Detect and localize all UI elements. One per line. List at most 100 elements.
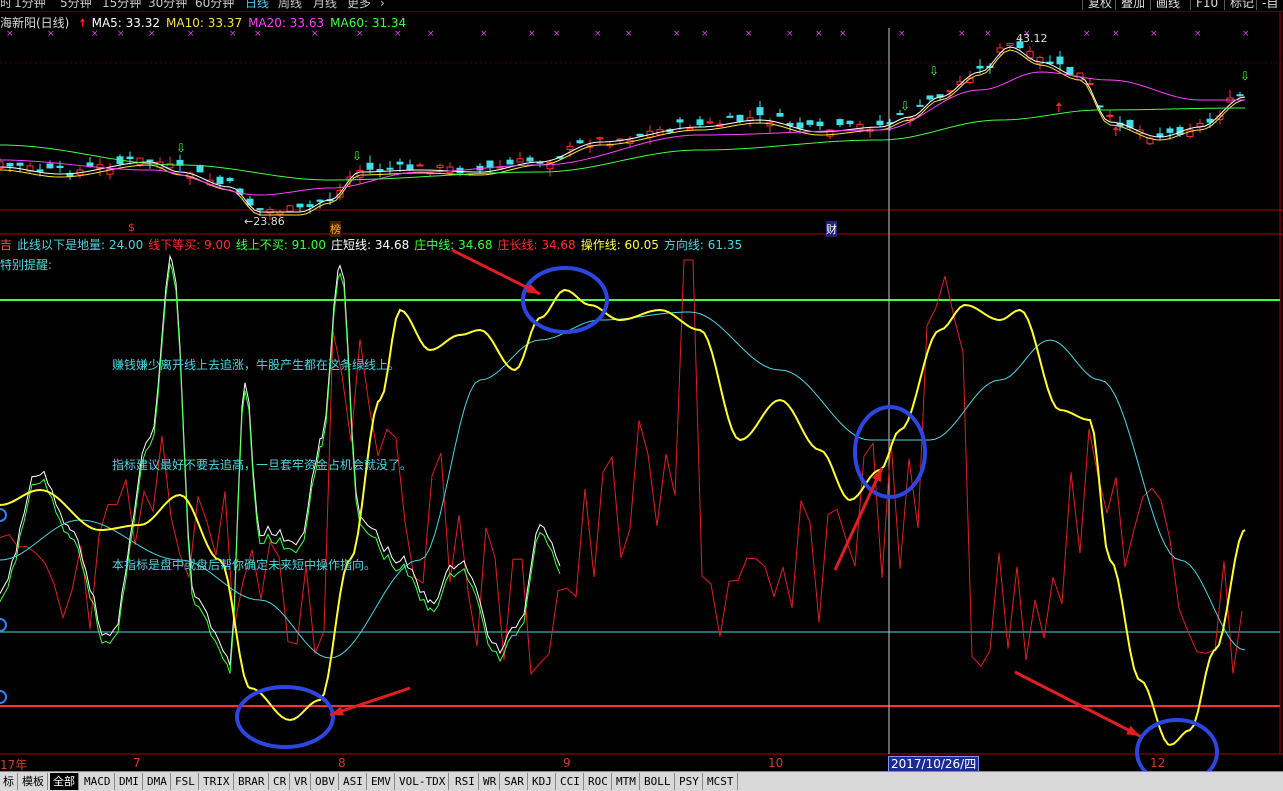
chart-canvas: × × × × × × × × × × × × × × × × × × × × × × × × × × × × × × × ×⇩⇩⇩⇩ ⇩🠅🠅 bbox=[0, 10, 1283, 786]
candle-body bbox=[796, 122, 804, 129]
x-label-jul: 7 bbox=[133, 756, 141, 770]
tab-roc[interactable]: ROC bbox=[585, 773, 612, 790]
candle-body bbox=[846, 120, 854, 125]
indicator-legend-5: 庄中线: 34.68 bbox=[414, 238, 493, 252]
tab-brar[interactable]: BRAR bbox=[235, 773, 269, 790]
candle-body bbox=[636, 133, 644, 137]
period-toolbar: 时 1分钟 5分钟 15分钟 30分钟 60分钟 日线 周线 月线 更多 › 复权 叠加 画线 F10 标记 -… bbox=[0, 0, 1283, 11]
event-tag-dollar[interactable]: $ bbox=[128, 221, 135, 234]
left-marker-1 bbox=[0, 618, 7, 632]
signal-marker: × bbox=[625, 29, 633, 39]
candle-body bbox=[296, 203, 304, 208]
tab-全部[interactable]: 全部 bbox=[50, 773, 79, 790]
signal-marker: × bbox=[815, 29, 823, 39]
tab-dma[interactable]: DMA bbox=[144, 773, 171, 790]
candle-body bbox=[506, 159, 514, 165]
period-8[interactable]: 月线 bbox=[313, 0, 337, 10]
buy-arrow-icon: 🠅 bbox=[1055, 100, 1063, 116]
tab-wr[interactable]: WR bbox=[480, 773, 501, 790]
candle-body bbox=[916, 104, 924, 107]
signal-marker: × bbox=[1150, 29, 1158, 39]
tab-sar[interactable]: SAR bbox=[501, 773, 528, 790]
tab-asi[interactable]: ASI bbox=[340, 773, 367, 790]
x-label-sep: 9 bbox=[563, 756, 571, 770]
tab-cci[interactable]: CCI bbox=[557, 773, 584, 790]
candle-body bbox=[1006, 42, 1014, 46]
special-reminder: 特别提醒: bbox=[0, 258, 53, 272]
price-high-label: 43.12 bbox=[1016, 32, 1048, 45]
period-3[interactable]: 15分钟 bbox=[102, 0, 141, 10]
period-1[interactable]: 1分钟 bbox=[14, 0, 46, 10]
price-panel[interactable]: × × × × × × × × × × × × × × × × × × × × × × × × × × × × × × × ×⇩⇩⇩⇩ ⇩🠅🠅 bbox=[0, 10, 1283, 754]
tab-macd[interactable]: MACD bbox=[81, 773, 115, 790]
candle-body bbox=[6, 163, 14, 167]
candle-body bbox=[396, 161, 404, 165]
candle-body bbox=[756, 107, 764, 116]
signal-marker: × bbox=[1083, 29, 1091, 39]
indicator-legend-6: 庄长线: 34.68 bbox=[497, 238, 576, 252]
annotations bbox=[235, 248, 1219, 786]
signal-marker: × bbox=[480, 29, 488, 39]
period-9[interactable]: 更多 bbox=[347, 0, 371, 10]
candle-body bbox=[576, 140, 584, 144]
candle-body bbox=[596, 137, 604, 140]
tab-trix[interactable]: TRIX bbox=[200, 773, 234, 790]
signal-marker: × bbox=[839, 29, 847, 39]
candle-body bbox=[386, 167, 394, 170]
signal-marker: × bbox=[786, 29, 794, 39]
stock-name: 海新阳(日线) bbox=[0, 16, 70, 30]
tab-boll[interactable]: BOLL bbox=[641, 773, 675, 790]
tab-cr[interactable]: CR bbox=[270, 773, 291, 790]
tab-kdj[interactable]: KDJ bbox=[529, 773, 556, 790]
tab-emv[interactable]: EMV bbox=[368, 773, 395, 790]
candle-body bbox=[516, 158, 524, 163]
candle-body bbox=[676, 119, 684, 123]
tab-vr[interactable]: VR bbox=[291, 773, 312, 790]
toolbar-button-4[interactable]: 标记 bbox=[1224, 0, 1259, 10]
toolbar-button-1[interactable]: 叠加 bbox=[1115, 0, 1150, 10]
period-7[interactable]: 周线 bbox=[278, 0, 302, 10]
candle-body bbox=[706, 121, 714, 124]
signal-marker: × bbox=[958, 29, 966, 39]
tab-标[interactable]: 标 bbox=[0, 773, 18, 790]
tab-fsl[interactable]: FSL bbox=[172, 773, 199, 790]
ma-value-3: MA60: 31.34 bbox=[330, 16, 407, 30]
tab-vol-tdx[interactable]: VOL-TDX bbox=[396, 773, 450, 790]
period-0[interactable]: 时 bbox=[0, 0, 12, 10]
indicator-note-3: 本指标是盘中或盘后帮你确定未来短中操作指向。 bbox=[112, 558, 377, 572]
toolbar-button-0[interactable]: 复权 bbox=[1082, 0, 1117, 10]
event-tag-finance[interactable]: 财 bbox=[826, 221, 837, 237]
indicator-legend-1: 此线以下是地量: 24.00 bbox=[17, 238, 144, 252]
tab-obv[interactable]: OBV bbox=[312, 773, 339, 790]
candle-body bbox=[896, 113, 904, 116]
event-tag-list[interactable]: 榜 bbox=[330, 221, 341, 237]
tab-psy[interactable]: PSY bbox=[676, 773, 703, 790]
candle-body bbox=[806, 120, 814, 125]
toolbar-button-3[interactable]: F10 bbox=[1190, 0, 1223, 10]
tab-模板[interactable]: 模板 bbox=[19, 773, 48, 790]
buy-arrow-icon: 🠅 bbox=[1112, 124, 1120, 140]
indicator-note-2: 指标建议最好不要去追高，一旦套牢资金占机会就没了。 bbox=[112, 458, 413, 472]
indicator-legend-3: 线上不买: 91.00 bbox=[235, 238, 327, 252]
toolbar-button-2[interactable]: 画线 bbox=[1150, 0, 1185, 10]
signal-marker: × bbox=[984, 29, 992, 39]
toolbar-button-5[interactable]: -自 bbox=[1256, 0, 1283, 10]
candle-body bbox=[1166, 128, 1174, 133]
indicator-legend-4: 庄短线: 34.68 bbox=[331, 238, 410, 252]
candle-body bbox=[46, 163, 54, 169]
candle-body bbox=[1056, 56, 1064, 65]
candle-body bbox=[256, 208, 264, 211]
period-5[interactable]: 60分钟 bbox=[195, 0, 234, 10]
tab-mtm[interactable]: MTM bbox=[613, 773, 640, 790]
tab-dmi[interactable]: DMI bbox=[116, 773, 143, 790]
annotation-arrow-4-head bbox=[1126, 725, 1140, 736]
period-4[interactable]: 30分钟 bbox=[148, 0, 187, 10]
candle-body bbox=[246, 198, 254, 206]
tab-mcst[interactable]: MCST bbox=[704, 773, 738, 790]
candle-body bbox=[926, 95, 934, 100]
price-low-label: ←23.86 bbox=[244, 215, 285, 228]
period-2[interactable]: 5分钟 bbox=[60, 0, 92, 10]
chevron-right-icon[interactable]: › bbox=[380, 0, 385, 10]
period-6[interactable]: 日线 bbox=[245, 0, 269, 10]
tab-rsi[interactable]: RSI bbox=[452, 773, 479, 790]
